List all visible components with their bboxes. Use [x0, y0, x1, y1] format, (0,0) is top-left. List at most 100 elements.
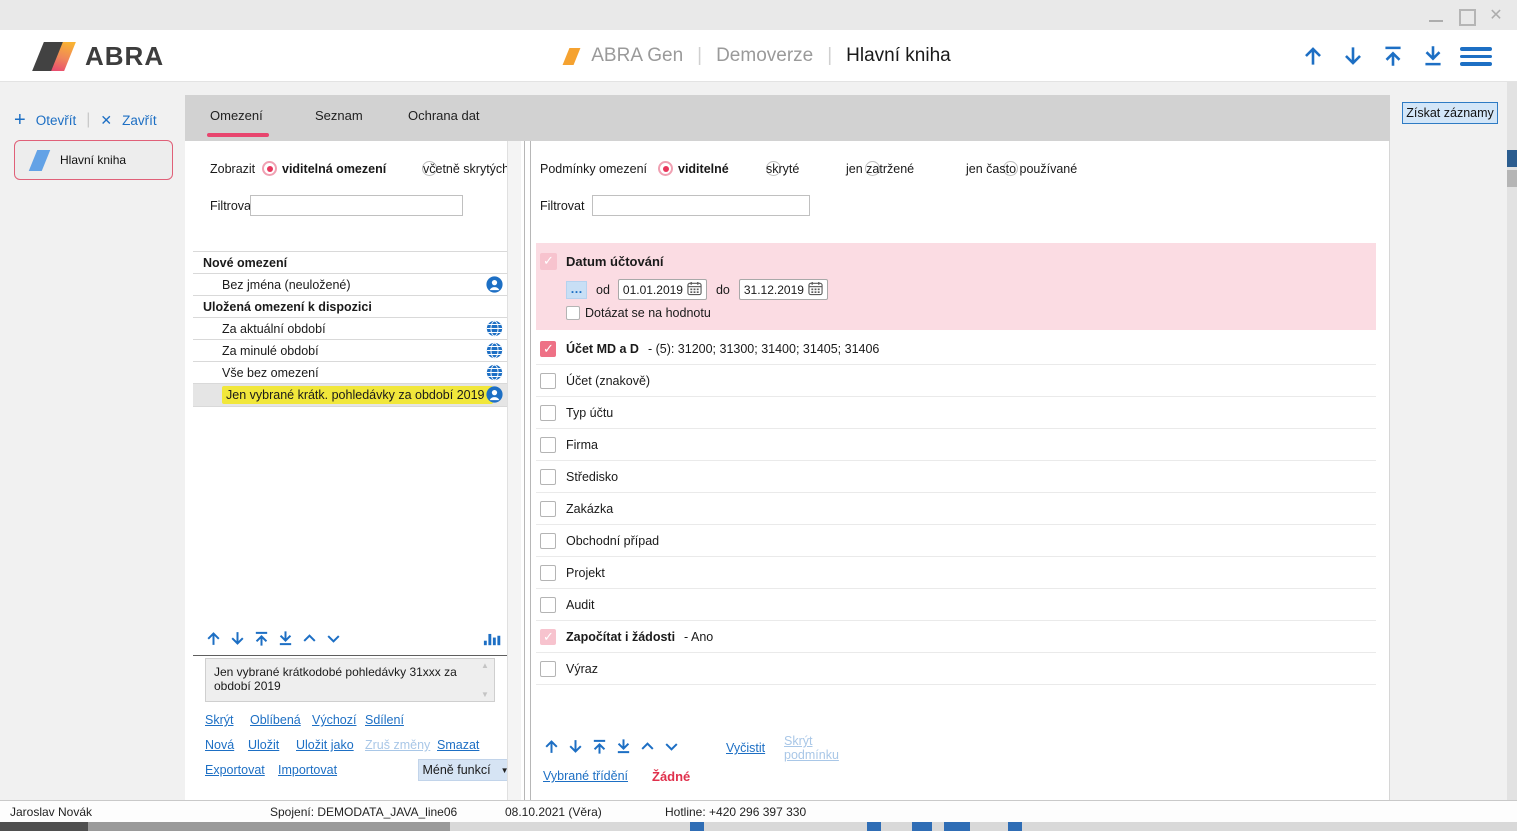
tab-seznam[interactable]: Seznam — [315, 108, 363, 123]
list-header-saved: Uložená omezení k dispozici — [193, 296, 511, 318]
menu-icon[interactable] — [1460, 45, 1492, 67]
taskbar-sliver — [0, 822, 1517, 831]
from-label: od — [596, 283, 610, 297]
conditions-filter-input[interactable] — [592, 195, 810, 216]
restrictions-scrollbar[interactable] — [507, 141, 521, 800]
condition-checkbox[interactable] — [540, 629, 556, 645]
chevron-down-icon[interactable] — [325, 630, 342, 647]
chevron-up-icon[interactable] — [301, 630, 318, 647]
window-close-button[interactable]: ✕ — [1487, 7, 1505, 25]
sharing-link[interactable]: Sdílení — [365, 713, 404, 727]
calendar-icon[interactable] — [808, 281, 823, 299]
window-maximize-button[interactable] — [1457, 7, 1475, 25]
move-to-top-icon[interactable] — [591, 738, 608, 758]
new-link[interactable]: Nová — [205, 738, 234, 752]
date-to-input[interactable]: 31.12.2019 — [739, 279, 828, 300]
move-up-icon[interactable] — [205, 630, 222, 647]
import-link[interactable]: Importovat — [278, 763, 337, 777]
export-link[interactable]: Exportovat — [205, 763, 265, 777]
move-up-icon[interactable] — [1300, 43, 1326, 69]
date-more-options-button[interactable]: … — [566, 281, 587, 299]
conditions-list: Účet MD a D - (5): 31200; 31300; 31400; … — [536, 333, 1376, 685]
list-item-no-restriction[interactable]: Vše bez omezení — [193, 362, 511, 384]
condition-checkbox[interactable] — [540, 469, 556, 485]
condition-checkbox[interactable] — [540, 597, 556, 613]
move-up-icon[interactable] — [543, 738, 560, 758]
move-down-icon[interactable] — [229, 630, 246, 647]
restriction-description-box[interactable]: Jen vybrané krátkodobé pohledávky 31xxx … — [205, 658, 495, 702]
radio-conditions-checked-only-label[interactable]: jen zatržené — [846, 159, 914, 179]
condition-vyraz[interactable]: Výraz — [536, 653, 1376, 685]
app-name: ABRA Gen — [591, 45, 683, 67]
condition-checkbox[interactable] — [540, 437, 556, 453]
favorite-link[interactable]: Oblíbená — [250, 713, 301, 727]
chevron-up-icon[interactable] — [639, 738, 656, 758]
move-down-icon[interactable] — [567, 738, 584, 758]
ask-for-value-option[interactable]: Dotázat se na hodnotu — [566, 306, 711, 320]
hide-link[interactable]: Skrýt — [205, 713, 233, 727]
radio-conditions-frequent-label[interactable]: jen často používané — [966, 159, 1077, 179]
move-to-top-icon[interactable] — [1380, 43, 1406, 69]
default-link[interactable]: Výchozí — [312, 713, 356, 727]
move-down-icon[interactable] — [1340, 43, 1366, 69]
list-item-selected-2019[interactable]: Jen vybrané krátk. pohledávky za období … — [193, 384, 511, 407]
tab-omezeni[interactable]: Omezení — [210, 108, 263, 123]
ask-for-value-checkbox[interactable] — [566, 306, 580, 320]
selected-sorting-link[interactable]: Vybrané třídění — [543, 769, 628, 783]
list-item-unsaved[interactable]: Bez jména (neuložené) — [193, 274, 511, 296]
edge-window-fragment-gray — [1507, 170, 1517, 187]
save-link[interactable]: Uložit — [248, 738, 279, 752]
open-book-button[interactable]: Otevřít — [36, 113, 77, 128]
move-to-bottom-icon[interactable] — [277, 630, 294, 647]
condition-checkbox[interactable] — [540, 533, 556, 549]
scroll-up-icon[interactable]: ▲ — [481, 661, 489, 670]
list-item-current-period[interactable]: Za aktuální období — [193, 318, 511, 340]
clear-link[interactable]: Vyčistit — [726, 741, 765, 755]
condition-audit[interactable]: Audit — [536, 589, 1376, 621]
sidebar-item-hlavni-kniha[interactable]: Hlavní kniha — [14, 140, 173, 180]
restrictions-filter-input[interactable] — [250, 195, 463, 216]
condition-ucet-md-a-d[interactable]: Účet MD a D - (5): 31200; 31300; 31400; … — [536, 333, 1376, 365]
description-scrollbar[interactable]: ▲ ▼ — [478, 661, 492, 699]
condition-ucet-znakove[interactable]: Účet (znakově) — [536, 365, 1376, 397]
condition-zakazka[interactable]: Zakázka — [536, 493, 1376, 525]
condition-checkbox[interactable] — [540, 661, 556, 677]
condition-stredisko[interactable]: Středisko — [536, 461, 1376, 493]
condition-typ-uctu[interactable]: Typ účtu — [536, 397, 1376, 429]
tab-ochrana-dat[interactable]: Ochrana dat — [408, 108, 480, 123]
show-label: Zobrazit — [210, 159, 255, 179]
close-book-button[interactable]: Zavřít — [122, 113, 157, 128]
condition-projekt[interactable]: Projekt — [536, 557, 1376, 589]
get-records-button[interactable]: Získat záznamy — [1402, 102, 1498, 124]
condition-obchodni-pripad[interactable]: Obchodní případ — [536, 525, 1376, 557]
more-functions-button[interactable]: Méně funkcí ▼ — [418, 759, 513, 781]
radio-conditions-hidden-label[interactable]: skryté — [766, 159, 799, 179]
panel-splitter[interactable] — [524, 141, 531, 800]
radio-conditions-visible[interactable] — [658, 161, 673, 176]
radio-visible-restrictions-label[interactable]: viditelná omezení — [282, 159, 386, 179]
status-hotline: Hotline: +420 296 397 330 — [665, 805, 806, 819]
condition-zapocitat-i-zadosti[interactable]: Započítat i žádosti - Ano — [536, 621, 1376, 653]
bar-chart-icon[interactable] — [483, 629, 501, 647]
calendar-icon[interactable] — [687, 281, 702, 299]
condition-checkbox[interactable] — [540, 405, 556, 421]
radio-visible-restrictions[interactable] — [262, 161, 277, 176]
save-as-link[interactable]: Uložit jako — [296, 738, 354, 752]
condition-checkbox[interactable] — [540, 341, 556, 357]
condition-checkbox[interactable] — [540, 501, 556, 517]
chevron-down-icon[interactable] — [663, 738, 680, 758]
list-item-previous-period[interactable]: Za minulé období — [193, 340, 511, 362]
radio-including-hidden-label[interactable]: včetně skrytých — [423, 159, 509, 179]
date-condition-checkbox[interactable] — [540, 253, 557, 270]
scroll-down-icon[interactable]: ▼ — [481, 690, 489, 699]
move-to-top-icon[interactable] — [253, 630, 270, 647]
window-minimize-button[interactable] — [1427, 7, 1445, 25]
radio-conditions-visible-label[interactable]: viditelné — [678, 159, 729, 179]
condition-checkbox[interactable] — [540, 373, 556, 389]
condition-checkbox[interactable] — [540, 565, 556, 581]
move-to-bottom-icon[interactable] — [1420, 43, 1446, 69]
move-to-bottom-icon[interactable] — [615, 738, 632, 758]
delete-link[interactable]: Smazat — [437, 738, 479, 752]
condition-firma[interactable]: Firma — [536, 429, 1376, 461]
date-from-input[interactable]: 01.01.2019 — [618, 279, 707, 300]
